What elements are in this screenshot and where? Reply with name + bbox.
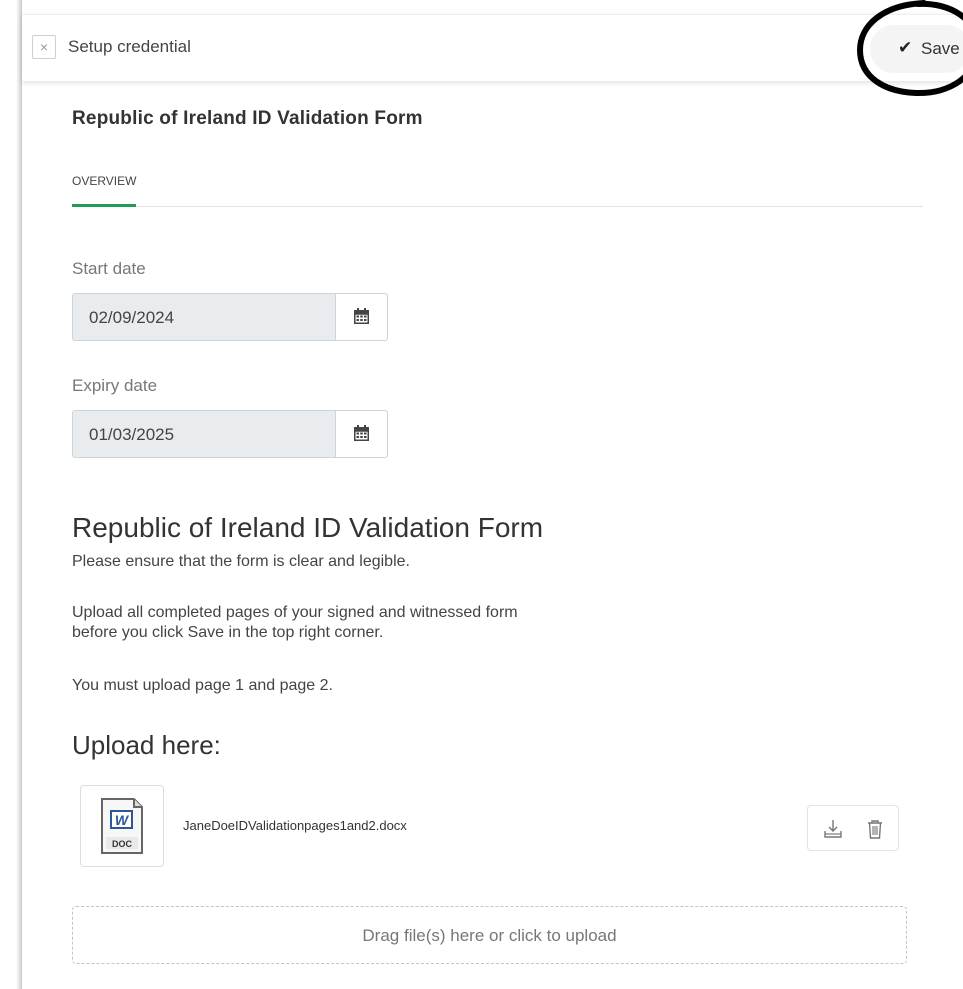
instructions-heading: Republic of Ireland ID Validation Form bbox=[72, 512, 544, 543]
instruction-line: Please ensure that the form is clear and… bbox=[72, 553, 410, 570]
trash-icon bbox=[868, 820, 882, 839]
expiry-date-value: 01/03/2025 bbox=[89, 425, 175, 444]
checkmark-icon: ✔ bbox=[898, 38, 913, 57]
svg-text:W: W bbox=[115, 812, 130, 828]
file-actions bbox=[807, 805, 899, 851]
start-date-value: 02/09/2024 bbox=[89, 308, 175, 327]
file-thumbnail[interactable]: W DOC bbox=[80, 785, 164, 867]
window-edge bbox=[0, 0, 22, 989]
word-document-icon: W DOC bbox=[101, 798, 143, 854]
delete-button[interactable] bbox=[864, 818, 886, 840]
file-name[interactable]: JaneDoeIDValidationpages1and2.docx bbox=[183, 818, 407, 833]
instruction-line: before you click Save in the top right c… bbox=[72, 624, 384, 641]
credential-panel: × Setup credential ✔ Save Republic of Ir… bbox=[22, 0, 963, 989]
calendar-icon bbox=[354, 425, 369, 441]
start-date-field[interactable]: 02/09/2024 bbox=[72, 293, 388, 341]
top-strip bbox=[22, 0, 963, 14]
download-icon bbox=[824, 820, 842, 838]
panel-title: Setup credential bbox=[68, 37, 191, 56]
svg-text:DOC: DOC bbox=[112, 839, 133, 849]
instruction-line: Upload all completed pages of your signe… bbox=[72, 604, 518, 621]
download-button[interactable] bbox=[822, 818, 844, 840]
calendar-icon bbox=[354, 308, 369, 324]
instruction-line: You must upload page 1 and page 2. bbox=[72, 677, 333, 694]
close-icon: × bbox=[39, 39, 49, 55]
tab-overview[interactable]: OVERVIEW bbox=[72, 174, 137, 207]
form-title: Republic of Ireland ID Validation Form bbox=[72, 108, 423, 129]
close-button[interactable]: × bbox=[32, 35, 56, 59]
dropzone-label: Drag file(s) here or click to upload bbox=[362, 926, 617, 945]
save-button-label: Save bbox=[921, 39, 960, 58]
upload-dropzone[interactable]: Drag file(s) here or click to upload bbox=[72, 906, 907, 964]
start-date-picker-button[interactable] bbox=[335, 294, 387, 340]
start-date-label: Start date bbox=[72, 259, 146, 278]
expiry-date-field[interactable]: 01/03/2025 bbox=[72, 410, 388, 458]
expiry-date-label: Expiry date bbox=[72, 376, 158, 395]
save-button[interactable]: ✔ Save bbox=[870, 25, 963, 73]
upload-heading: Upload here: bbox=[72, 730, 221, 760]
panel-header: × Setup credential ✔ Save bbox=[22, 14, 963, 81]
expiry-date-picker-button[interactable] bbox=[335, 411, 387, 457]
tab-bar: OVERVIEW bbox=[72, 160, 923, 207]
